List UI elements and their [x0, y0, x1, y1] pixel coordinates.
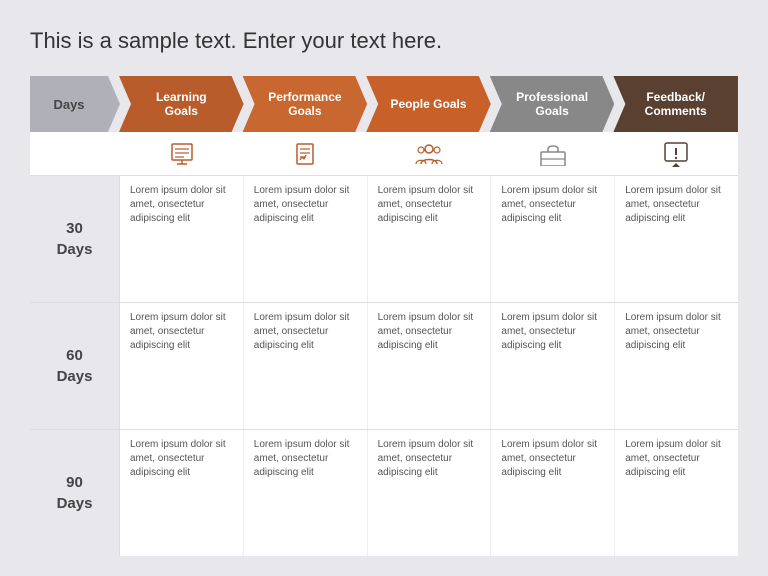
- cell-30-2: Lorem ipsum dolor sit amet, onsectetur a…: [244, 176, 368, 302]
- table: Days LearningGoals PerformanceGoals Peop…: [30, 76, 738, 556]
- cell-60-2: Lorem ipsum dolor sit amet, onsectetur a…: [244, 303, 368, 429]
- header-col1: LearningGoals: [119, 76, 244, 132]
- header-col4: ProfessionalGoals: [490, 76, 615, 132]
- cell-60-4: Lorem ipsum dolor sit amet, onsectetur a…: [491, 303, 615, 429]
- cell-30-4: Lorem ipsum dolor sit amet, onsectetur a…: [491, 176, 615, 302]
- days-label-60: 60Days: [30, 303, 120, 429]
- header-col3: People Goals: [366, 76, 491, 132]
- cell-90-2: Lorem ipsum dolor sit amet, onsectetur a…: [244, 430, 368, 556]
- slide: This is a sample text. Enter your text h…: [0, 0, 768, 576]
- header-days: Days: [30, 76, 120, 132]
- cell-60-1: Lorem ipsum dolor sit amet, onsectetur a…: [120, 303, 244, 429]
- cell-90-5: Lorem ipsum dolor sit amet, onsectetur a…: [615, 430, 738, 556]
- cell-90-4: Lorem ipsum dolor sit amet, onsectetur a…: [491, 430, 615, 556]
- row-60: 60Days Lorem ipsum dolor sit amet, onsec…: [30, 303, 738, 430]
- cell-30-1: Lorem ipsum dolor sit amet, onsectetur a…: [120, 176, 244, 302]
- days-label-90: 90Days: [30, 430, 120, 556]
- cell-30-5: Lorem ipsum dolor sit amet, onsectetur a…: [615, 176, 738, 302]
- header-row: Days LearningGoals PerformanceGoals Peop…: [30, 76, 738, 132]
- header-col5: Feedback/Comments: [613, 76, 738, 132]
- icon-professional: [491, 142, 615, 166]
- icon-learning: [120, 140, 244, 168]
- icon-row: [30, 132, 738, 176]
- icon-performance: [244, 140, 368, 168]
- cell-30-3: Lorem ipsum dolor sit amet, onsectetur a…: [368, 176, 492, 302]
- cell-90-1: Lorem ipsum dolor sit amet, onsectetur a…: [120, 430, 244, 556]
- cell-60-3: Lorem ipsum dolor sit amet, onsectetur a…: [368, 303, 492, 429]
- cell-90-3: Lorem ipsum dolor sit amet, onsectetur a…: [368, 430, 492, 556]
- header-col2: PerformanceGoals: [243, 76, 368, 132]
- icon-feedback: [614, 141, 738, 167]
- row-30: 30Days Lorem ipsum dolor sit amet, onsec…: [30, 176, 738, 303]
- days-label-30: 30Days: [30, 176, 120, 302]
- row-90: 90Days Lorem ipsum dolor sit amet, onsec…: [30, 430, 738, 556]
- cell-60-5: Lorem ipsum dolor sit amet, onsectetur a…: [615, 303, 738, 429]
- icon-people: [367, 142, 491, 166]
- slide-title: This is a sample text. Enter your text h…: [30, 28, 738, 54]
